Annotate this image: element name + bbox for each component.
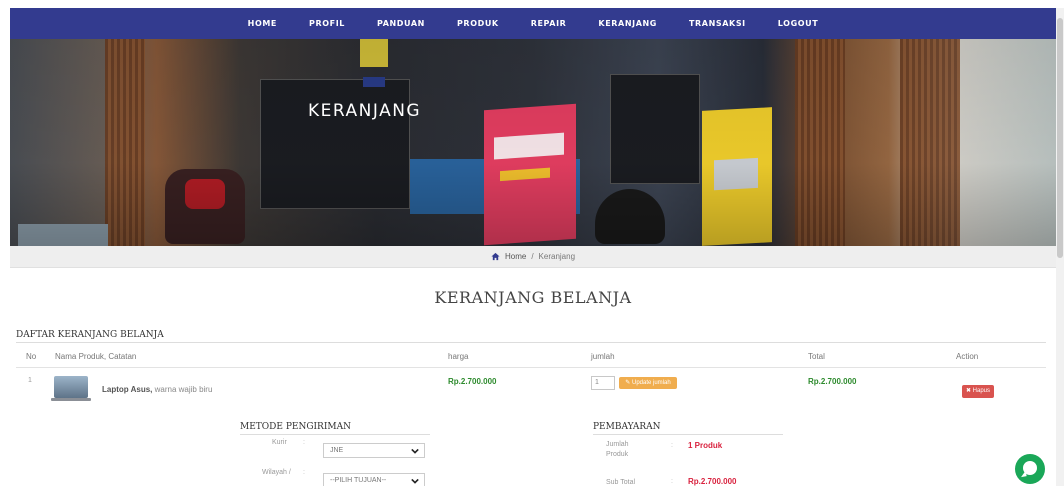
region-select[interactable]: --PILIH TUJUAN-- (323, 473, 425, 486)
column-header-product: Nama Produk, Catatan (55, 352, 137, 361)
chat-widget-button[interactable] (1015, 454, 1045, 484)
scrollbar-thumb[interactable] (1057, 18, 1063, 258)
region-label: Wilayah / (262, 469, 291, 476)
product-price: Rp.2.700.000 (448, 377, 497, 386)
column-header-price: harga (448, 352, 469, 361)
page: HOME PROFIL PANDUAN PRODUK REPAIR KERANJ… (10, 8, 1056, 486)
page-title: KERANJANG BELANJA (434, 288, 632, 307)
subtotal-label: Sub Total (606, 479, 636, 486)
nav-keranjang[interactable]: KERANJANG (582, 19, 673, 28)
hero-shade (10, 39, 1056, 246)
update-quantity-label: Update jumlah (632, 380, 671, 386)
row-number: 1 (28, 377, 32, 384)
delete-button[interactable]: ✖ Hapus (962, 385, 994, 398)
qty-summary-label-line1: Jumlah (606, 441, 629, 448)
shipping-section-title: METODE PENGIRIMAN (240, 422, 351, 432)
row-total: Rp.2.700.000 (808, 377, 857, 386)
payment-section-title: PEMBAYARAN (593, 422, 661, 432)
chevron-down-icon (411, 478, 419, 484)
nav-home[interactable]: HOME (232, 19, 293, 28)
nav-logout[interactable]: LOGOUT (762, 19, 835, 28)
nav-panduan[interactable]: PANDUAN (361, 19, 441, 28)
product-thumbnail[interactable] (51, 376, 91, 401)
home-icon (491, 252, 500, 261)
breadcrumb-home[interactable]: Home (505, 252, 526, 261)
breadcrumb: Home / Keranjang (10, 246, 1056, 268)
window-left-border (0, 0, 10, 486)
divider (240, 434, 430, 435)
breadcrumb-current: Keranjang (538, 252, 576, 261)
qty-summary-colon: : (671, 442, 673, 449)
hero-banner: KERANJANG (10, 39, 1056, 246)
courier-select[interactable]: JNE (323, 443, 425, 458)
cart-section-title: DAFTAR KERANJANG BELANJA (16, 330, 164, 340)
delete-label: Hapus (972, 388, 991, 394)
courier-select-value: JNE (330, 447, 344, 454)
qty-summary-label-line2: Produk (606, 451, 629, 458)
edit-icon: ✎ (625, 380, 632, 386)
close-icon: ✖ (965, 388, 973, 394)
scrollbar[interactable] (1056, 8, 1064, 486)
region-colon: : (303, 469, 305, 476)
product-name-note: Laptop Asus, warna wajib biru (102, 385, 212, 394)
column-header-total: Total (808, 352, 825, 361)
nav-repair[interactable]: REPAIR (515, 19, 583, 28)
courier-colon: : (303, 439, 305, 446)
courier-label: Kurir (272, 439, 287, 446)
qty-summary-value: 1 Produk (688, 441, 723, 450)
nav-produk[interactable]: PRODUK (441, 19, 515, 28)
subtotal-value: Rp.2.700.000 (688, 477, 737, 486)
update-quantity-button[interactable]: ✎ Update jumlah (619, 377, 677, 389)
nav-profil[interactable]: PROFIL (293, 19, 361, 28)
breadcrumb-separator: / (531, 252, 534, 261)
chevron-down-icon (411, 448, 419, 454)
qty-summary-label: Jumlah Produk (606, 440, 629, 460)
window-top-border (0, 0, 1064, 8)
subtotal-colon: : (671, 478, 673, 485)
divider (593, 434, 783, 435)
main-navbar: HOME PROFIL PANDUAN PRODUK REPAIR KERANJ… (10, 8, 1056, 39)
product-name[interactable]: Laptop Asus, (102, 385, 152, 394)
column-header-action: Action (956, 352, 979, 361)
hero-title: KERANJANG (308, 101, 422, 121)
nav-transaksi[interactable]: TRANSAKSI (673, 19, 762, 28)
product-note: warna wajib biru (154, 385, 213, 394)
divider (16, 367, 1046, 368)
region-select-value: --PILIH TUJUAN-- (330, 477, 387, 484)
quantity-input[interactable]: 1 (591, 376, 615, 390)
column-header-qty: jumlah (591, 352, 615, 361)
divider (16, 342, 1046, 343)
column-header-no: No (26, 352, 37, 361)
